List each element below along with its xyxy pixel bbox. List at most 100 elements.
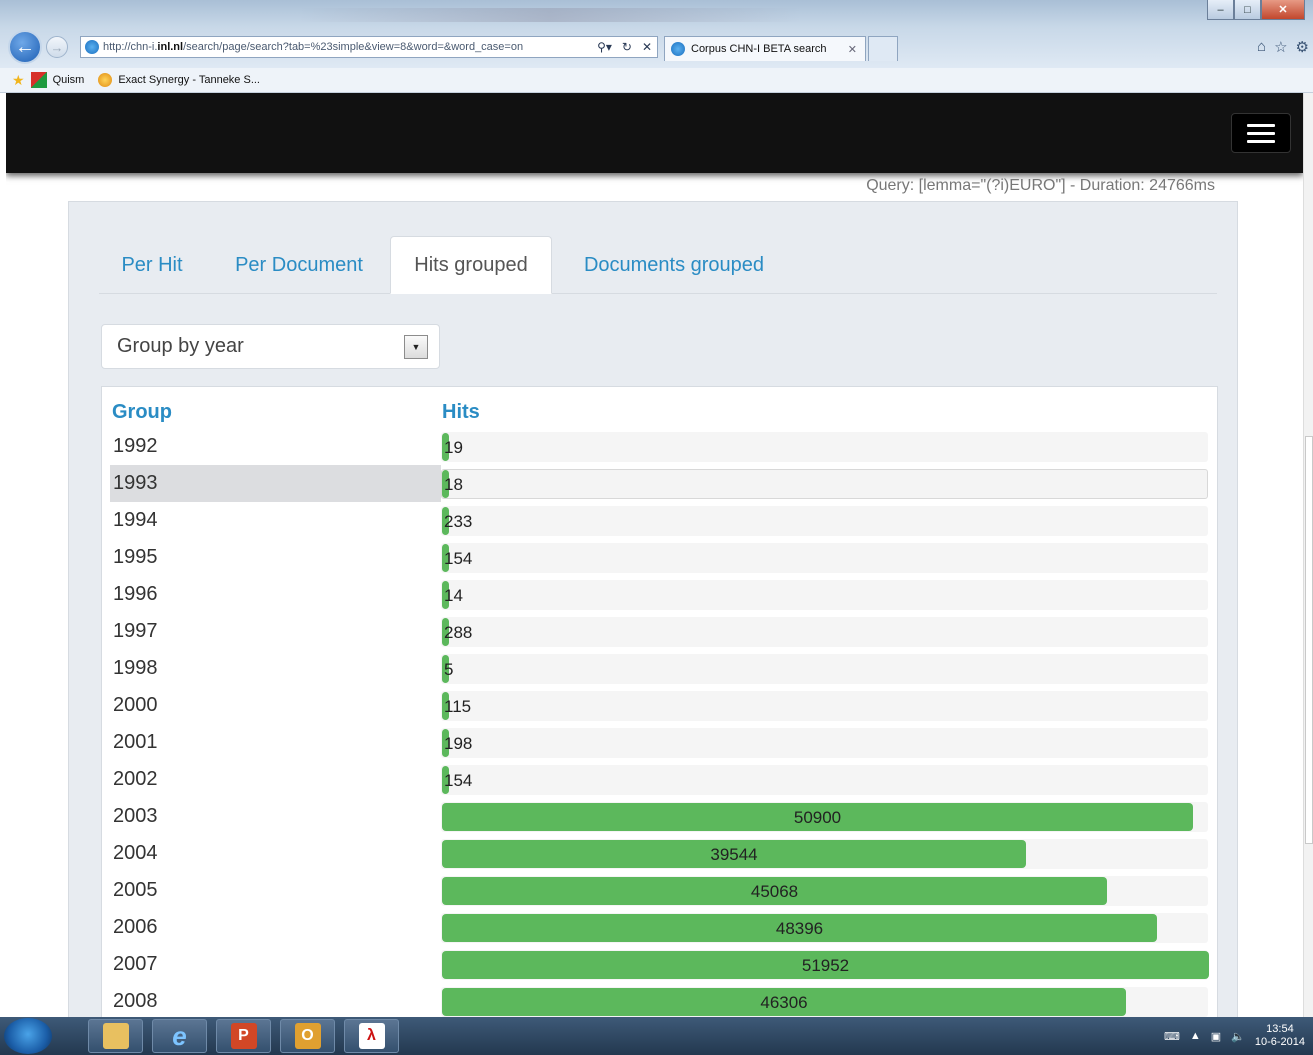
table-row[interactable]: 2001 198 <box>110 724 1208 761</box>
table-row[interactable]: 1994 233 <box>110 502 1208 539</box>
group-cell: 1998 <box>113 657 158 679</box>
stop-icon[interactable]: ✕ <box>637 40 657 54</box>
folder-icon <box>102 1023 129 1049</box>
favorites-star-icon[interactable]: ★ <box>12 72 25 89</box>
ie-taskbar-button[interactable]: e <box>152 1019 207 1053</box>
network-icon[interactable]: ▣ <box>1211 1030 1221 1043</box>
acrobat-taskbar-button[interactable]: λ <box>344 1019 399 1053</box>
clock[interactable]: 13:54 10-6-2014 <box>1255 1023 1305 1049</box>
tab-per-document[interactable]: Per Document <box>219 236 379 294</box>
hits-bar-track: 45068 <box>441 876 1208 906</box>
hits-bar-track: 115 <box>441 691 1208 721</box>
browser-tab[interactable]: Corpus CHN-I BETA search ✕ <box>664 36 866 61</box>
hits-value: 288 <box>444 623 473 642</box>
ie-icon: e <box>172 1020 187 1051</box>
browser-chrome: – □ ✕ ← → http://chn-i.inl.nl/search/pag… <box>0 0 1313 68</box>
hits-bar-track: 51952 <box>441 950 1209 980</box>
menu-toggle-button[interactable] <box>1231 113 1291 153</box>
group-cell: 1992 <box>113 435 158 457</box>
table-row[interactable]: 1993 18 <box>110 465 1208 502</box>
tab-per-hit[interactable]: Per Hit <box>99 236 205 294</box>
top-navbar <box>6 93 1303 173</box>
favorite-link-quism[interactable]: Quism <box>53 74 85 86</box>
outlook-taskbar-button[interactable]: O <box>280 1019 335 1053</box>
table-row[interactable]: 1995 154 <box>110 539 1208 576</box>
outlook-icon: O <box>294 1023 321 1049</box>
hits-value: 51952 <box>801 956 850 975</box>
table-row[interactable]: 2002 154 <box>110 761 1208 798</box>
address-url[interactable]: http://chn-i.inl.nl/search/page/search?t… <box>103 41 592 53</box>
speaker-icon[interactable]: 🔈 <box>1231 1030 1245 1043</box>
minimize-button[interactable]: – <box>1207 0 1234 20</box>
hits-value: 14 <box>444 586 463 605</box>
hits-value: 45068 <box>750 882 799 901</box>
hits-value: 46306 <box>760 993 808 1012</box>
powerpoint-taskbar-button[interactable]: P <box>216 1019 271 1053</box>
hits-value: 154 <box>444 549 473 568</box>
group-cell: 2007 <box>113 953 158 975</box>
browser-tab-title: Corpus CHN-I BETA search <box>691 43 827 55</box>
keyboard-icon[interactable]: ⌨ <box>1164 1030 1180 1043</box>
hits-value: 115 <box>444 697 472 716</box>
back-button[interactable]: ← <box>8 30 42 64</box>
column-header-group[interactable]: Group <box>112 401 172 424</box>
table-row[interactable]: 2005 45068 <box>110 872 1208 909</box>
table-row[interactable]: 2000 115 <box>110 687 1208 724</box>
hits-bar-track: 14 <box>441 580 1208 610</box>
table-row[interactable]: 2004 39544 <box>110 835 1208 872</box>
new-tab-button[interactable] <box>868 36 898 61</box>
scrollbar-thumb[interactable] <box>1305 436 1313 844</box>
group-cell: 1997 <box>113 620 158 642</box>
close-window-button[interactable]: ✕ <box>1261 0 1305 20</box>
powerpoint-icon: P <box>230 1023 257 1049</box>
table-row[interactable]: 1998 5 <box>110 650 1208 687</box>
column-header-hits[interactable]: Hits <box>442 401 480 424</box>
group-cell: 2006 <box>113 916 158 938</box>
gear-icon[interactable]: ⚙ <box>1296 38 1309 56</box>
refresh-icon[interactable]: ↻ <box>617 40 637 54</box>
chevron-down-icon[interactable]: ▼ <box>404 335 428 359</box>
system-tray: ⌨ ▲ ▣ 🔈 13:54 10-6-2014 <box>1164 1017 1305 1055</box>
table-row[interactable]: 2006 48396 <box>110 909 1208 946</box>
hits-bar-track: 46306 <box>441 987 1208 1017</box>
favorite-link-exact[interactable]: Exact Synergy - Tanneke S... <box>118 74 260 86</box>
group-by-value: Group by year <box>117 335 244 357</box>
table-row[interactable]: 2003 50900 <box>110 798 1208 835</box>
table-row[interactable]: 1996 14 <box>110 576 1208 613</box>
table-row[interactable]: 2007 51952 <box>110 946 1209 983</box>
table-row[interactable]: 2008 46306 <box>110 983 1208 1017</box>
group-cell: 1994 <box>113 509 158 531</box>
home-icon[interactable]: ⌂ <box>1257 38 1266 56</box>
hits-bar-track: 233 <box>441 506 1208 536</box>
tab-documents-grouped[interactable]: Documents grouped <box>562 236 786 294</box>
tab-hits-grouped[interactable]: Hits grouped <box>390 236 552 294</box>
group-cell: 1993 <box>110 465 441 502</box>
forward-button[interactable]: → <box>46 36 68 58</box>
hits-bar-track: 198 <box>441 728 1208 758</box>
table-row[interactable]: 1992 19 <box>110 428 1208 465</box>
show-hidden-icons-icon[interactable]: ▲ <box>1190 1030 1201 1042</box>
group-cell: 2005 <box>113 879 158 901</box>
hits-value: 154 <box>444 771 473 790</box>
explorer-taskbar-button[interactable] <box>88 1019 143 1053</box>
hits-value: 39544 <box>710 845 758 864</box>
group-cell: 2008 <box>113 990 158 1012</box>
group-cell: 1996 <box>113 583 158 605</box>
results-panel: Per Hit Per Document Hits grouped Docume… <box>68 201 1238 1017</box>
search-icon[interactable]: ⚲▾ <box>592 40 617 54</box>
table-row[interactable]: 1997 288 <box>110 613 1208 650</box>
start-button[interactable] <box>4 1018 52 1054</box>
group-by-select[interactable]: Group by year ▼ <box>101 324 440 369</box>
grouped-hits-table: Group Hits 1992 19 1993 18 1994 233 1995 154 199… <box>101 386 1218 1017</box>
windows-taskbar: e P O λ ⌨ ▲ ▣ 🔈 13:54 10-6-2014 <box>0 1017 1313 1055</box>
hits-value: 48396 <box>775 919 824 938</box>
favorites-star-icon[interactable]: ☆ <box>1274 38 1287 56</box>
maximize-button[interactable]: □ <box>1234 0 1261 20</box>
web-page: Query: [lemma="(?i)EURO"] - Duration: 24… <box>6 93 1303 1017</box>
close-tab-icon[interactable]: ✕ <box>848 43 857 56</box>
hits-value: 18 <box>444 475 463 494</box>
query-info: Query: [lemma="(?i)EURO"] - Duration: 24… <box>866 177 1215 194</box>
hits-bar-track: 50900 <box>441 802 1208 832</box>
address-bar[interactable]: http://chn-i.inl.nl/search/page/search?t… <box>80 36 658 58</box>
hits-value: 50900 <box>793 808 842 827</box>
